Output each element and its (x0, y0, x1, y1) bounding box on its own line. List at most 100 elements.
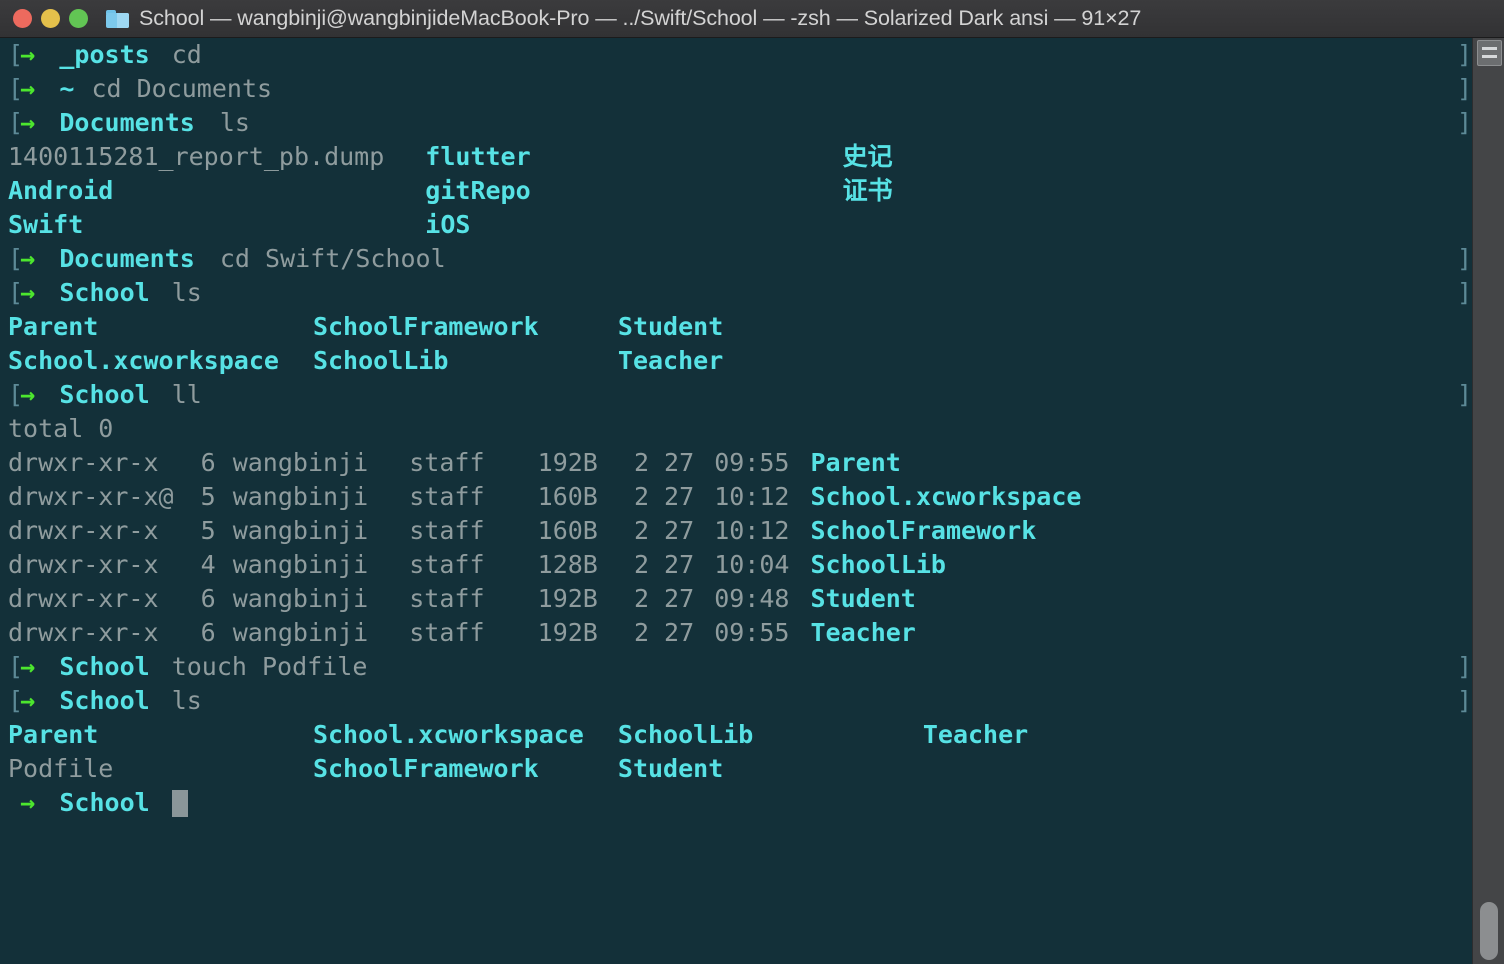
ll-link-count: 5 (200, 482, 216, 511)
ll-name: SchoolFramework (810, 516, 1037, 545)
maximize-button[interactable] (69, 9, 88, 28)
ll-group: staff (409, 618, 485, 647)
terminal-listing-row: Parent School.xcworkspace SchoolLib Teacher (0, 718, 1472, 752)
ll-link-count: 6 (200, 584, 216, 613)
ll-permissions: drwxr-xr-x (8, 618, 174, 647)
ll-size: 160B (537, 482, 598, 511)
text-cursor (171, 790, 188, 817)
prompt-cwd: School (59, 788, 150, 817)
ll-permissions: drwxr-xr-x (8, 584, 174, 613)
prompt-cwd: Documents (59, 108, 195, 137)
prompt-close-bracket: ] (1456, 278, 1472, 307)
listing-directory: flutter (425, 142, 531, 171)
listing-directory: Swift (8, 210, 84, 239)
prompt-cwd: School (59, 278, 150, 307)
ll-link-count: 6 (200, 618, 216, 647)
prompt-command: ll (171, 380, 202, 409)
prompt-arrow-icon: → (20, 278, 36, 307)
ll-time: 09:55 (714, 448, 790, 477)
ll-size: 192B (537, 448, 598, 477)
terminal-body[interactable]: [→ _posts cd][→ ~ cd Documents][→ Documents ls… (0, 38, 1504, 964)
ll-owner: wangbinji (232, 550, 369, 579)
prompt-arrow-icon: → (20, 788, 36, 817)
prompt-cwd: Documents (59, 244, 195, 273)
listing-directory: School.xcworkspace (312, 720, 584, 749)
terminal-longlist-row: drwxr-xr-x 6 wangbinji staff 192B 2 27 09:55 T… (0, 616, 1472, 650)
listing-directory: Teacher (617, 346, 724, 375)
listing-directory: 史记 (842, 142, 893, 171)
prompt-arrow-icon: → (20, 244, 36, 273)
ll-name: School.xcworkspace (810, 482, 1082, 511)
prompt-close-bracket: ] (1456, 74, 1472, 103)
prompt-close-bracket: ] (1456, 108, 1472, 137)
ll-size: 192B (537, 584, 598, 613)
prompt-close-bracket: ] (1456, 652, 1472, 681)
ll-size: 192B (537, 618, 598, 647)
prompt-command: ls (171, 278, 202, 307)
close-button[interactable] (13, 9, 32, 28)
prompt-command: cd (171, 40, 202, 69)
prompt-command: ls (171, 686, 202, 715)
prompt-cwd: School (59, 380, 150, 409)
listing-directory: Student (617, 312, 724, 341)
terminal-listing-row: 1400115281_report_pb.dump flutter 史记 (0, 140, 1472, 174)
terminal-longlist-row: drwxr-xr-x 4 wangbinji staff 128B 2 27 10:04 S… (0, 548, 1472, 582)
ll-date: 2 27 (633, 550, 695, 579)
ll-size: 128B (537, 550, 598, 579)
listing-directory: gitRepo (425, 176, 531, 205)
terminal-listing-row: Swift iOS (0, 208, 1472, 242)
ll-time: 10:12 (714, 516, 790, 545)
listing-directory: iOS (425, 210, 471, 239)
listing-directory: School.xcworkspace (8, 346, 279, 375)
listing-directory: 证书 (842, 176, 893, 205)
ll-owner: wangbinji (232, 618, 369, 647)
terminal-options-icon[interactable] (1477, 40, 1502, 66)
folder-icon (106, 9, 130, 29)
ll-name: Teacher (810, 618, 916, 647)
terminal-listing-row: Parent SchoolFramework Student (0, 310, 1472, 344)
scrollbar-gutter[interactable] (1472, 38, 1504, 964)
scrollbar-thumb[interactable] (1480, 902, 1498, 960)
listing-directory: Parent (8, 720, 99, 749)
ll-owner: wangbinji (232, 448, 369, 477)
title-bar[interactable]: School — wangbinji@wangbinjideMacBook-Pr… (0, 0, 1504, 38)
terminal-prompt-line: [→ ~ cd Documents] (0, 72, 1472, 106)
ll-date: 2 27 (633, 448, 695, 477)
ll-time: 10:12 (714, 482, 790, 511)
ll-time: 09:55 (714, 618, 790, 647)
ll-link-count: 5 (200, 516, 216, 545)
listing-directory: SchoolFramework (312, 312, 539, 341)
listing-directory: SchoolLib (617, 720, 754, 749)
window-title: School — wangbinji@wangbinjideMacBook-Pr… (139, 6, 1142, 30)
ll-name: Parent (810, 448, 901, 477)
ll-name: SchoolLib (810, 550, 946, 579)
output-text: total 0 (8, 414, 114, 443)
ll-group: staff (409, 550, 485, 579)
ll-permissions: drwxr-xr-x (8, 448, 174, 477)
prompt-close-bracket: ] (1456, 40, 1472, 69)
ll-group: staff (409, 482, 485, 511)
ll-link-count: 4 (200, 550, 216, 579)
ll-owner: wangbinji (232, 482, 369, 511)
prompt-arrow-icon: → (20, 652, 36, 681)
terminal-output[interactable]: [→ _posts cd][→ ~ cd Documents][→ Documents ls… (0, 38, 1472, 964)
ll-link-count: 6 (200, 448, 216, 477)
terminal-longlist-row: drwxr-xr-x 6 wangbinji staff 192B 2 27 09:48 S… (0, 582, 1472, 616)
ll-date: 2 27 (633, 516, 695, 545)
terminal-prompt-line: [→ _posts cd] (0, 38, 1472, 72)
terminal-output-line: total 0 (0, 412, 1472, 446)
ll-owner: wangbinji (232, 516, 369, 545)
prompt-arrow-icon: → (20, 108, 36, 137)
minimize-button[interactable] (41, 9, 60, 28)
listing-file: 1400115281_report_pb.dump (8, 142, 385, 171)
prompt-command: ls (219, 108, 250, 137)
ll-permissions: drwxr-xr-x (8, 516, 174, 545)
prompt-command: cd Swift/School (219, 244, 446, 273)
prompt-arrow-icon: → (20, 74, 36, 103)
ll-permissions: drwxr-xr-x (8, 550, 174, 579)
prompt-cwd: ~ (59, 74, 75, 103)
terminal-prompt-line: → School (0, 786, 1472, 820)
terminal-prompt-line: [→ School touch Podfile] (0, 650, 1472, 684)
terminal-longlist-row: drwxr-xr-x 6 wangbinji staff 192B 2 27 09:55 P… (0, 446, 1472, 480)
listing-directory: SchoolLib (312, 346, 449, 375)
